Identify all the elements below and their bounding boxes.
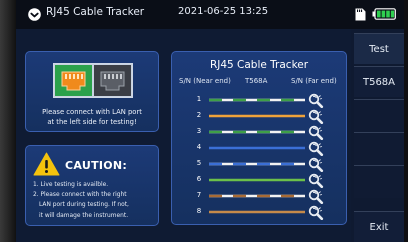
- pin-number-1: 1: [196, 95, 202, 103]
- exit-button[interactable]: Exit: [354, 211, 404, 242]
- tracker-panel: RJ45 Cable Tracker S/N (Near end) T568A …: [171, 51, 347, 225]
- sd-card-icon: [355, 8, 366, 21]
- connect-message-line: at the left side for testing!: [47, 118, 137, 126]
- active-lan-port: [55, 65, 92, 96]
- battery-icon: [372, 8, 396, 20]
- ethernet-port-icon: [100, 71, 125, 91]
- title-bar: RJ45 Cable Tracker 2021-06-25 13:25: [16, 0, 404, 29]
- probe-icon: [308, 205, 324, 220]
- caution-title: CAUTION:: [65, 159, 128, 172]
- probe-icon: [308, 173, 324, 188]
- inactive-lan-port: [94, 65, 131, 96]
- caution-line: it will damage the instrument.: [39, 212, 129, 219]
- caution-line: 1. Live testing is availble.: [33, 182, 109, 188]
- caution-line: LAN port during testing. If not,: [39, 202, 129, 209]
- device-bezel-left: [0, 0, 16, 242]
- app-title: RJ45 Cable Tracker: [46, 6, 145, 18]
- device-bezel-right: [404, 0, 408, 242]
- standard-toggle-button[interactable]: T568A: [354, 66, 404, 97]
- connect-message-line: Please connect with LAN port: [42, 108, 142, 116]
- probe-icon: [308, 109, 324, 124]
- probe-icon: [308, 189, 324, 204]
- caution-line: 2. Please connect with the right: [33, 192, 127, 199]
- pin-number-3: 3: [196, 127, 202, 135]
- datetime: 2021-06-25 13:25: [178, 6, 269, 17]
- warning-icon: [33, 152, 60, 176]
- empty-menu-slot: [354, 99, 404, 132]
- caution-notes: 1. Live testing is availble. 2. Please c…: [33, 180, 155, 221]
- pin-number-5: 5: [196, 159, 202, 167]
- connect-message: Please connect with LAN port at the left…: [30, 107, 154, 127]
- probe-icon: [308, 93, 324, 108]
- empty-menu-slot: [354, 165, 404, 198]
- probe-icon: [308, 125, 324, 140]
- empty-menu-slot: [354, 132, 404, 165]
- lan-port-illustration: [53, 63, 133, 98]
- test-button[interactable]: Test: [354, 33, 404, 64]
- ethernet-port-icon: [61, 71, 86, 91]
- caution-panel: CAUTION: 1. Live testing is availble. 2.…: [25, 145, 159, 226]
- pin-number-4: 4: [196, 143, 202, 151]
- home-icon[interactable]: [28, 8, 41, 21]
- pin-number-6: 6: [196, 175, 202, 183]
- pin-number-2: 2: [196, 111, 202, 119]
- side-menu: Test T568A Exit: [351, 29, 404, 242]
- connect-panel: Please connect with LAN port at the left…: [25, 51, 159, 132]
- probe-icon: [308, 141, 324, 156]
- device-screen: RJ45 Cable Tracker 2021-06-25 13:25 Plea…: [16, 0, 404, 242]
- pin-number-8: 8: [196, 207, 202, 215]
- probe-icon: [308, 157, 324, 172]
- pin-number-7: 7: [196, 191, 202, 199]
